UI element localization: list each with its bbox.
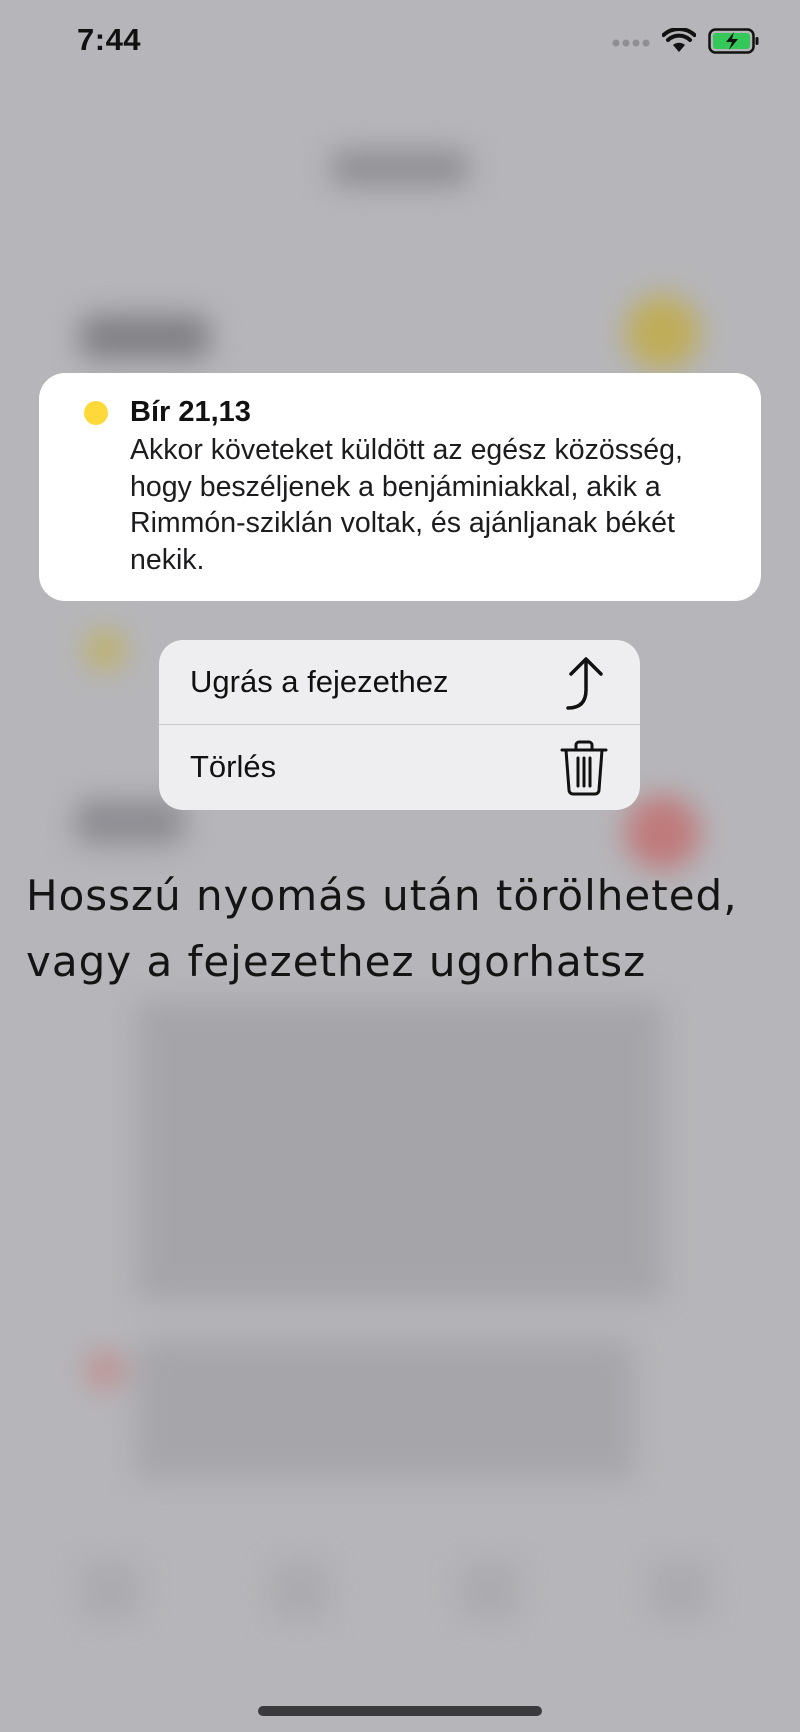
menu-item-label: Ugrás a fejezethez <box>190 664 449 699</box>
context-menu: Ugrás a fejezethez Törlés <box>159 640 640 810</box>
battery-charging-icon <box>708 28 760 59</box>
status-bar: 7:44 <box>0 0 800 90</box>
tutorial-caption: Hosszú nyomás után törölheted, vagy a fe… <box>26 863 786 995</box>
caption-line-1: Hosszú nyomás után törölheted, <box>26 871 738 920</box>
highlight-dot <box>84 401 108 425</box>
delete-button[interactable]: Törlés <box>159 725 640 810</box>
menu-item-label: Törlés <box>190 749 277 784</box>
signal-dots-icon <box>612 35 650 53</box>
wifi-icon <box>661 27 697 59</box>
status-time: 7:44 <box>77 22 142 57</box>
home-indicator[interactable] <box>258 1706 542 1716</box>
trash-icon <box>554 737 614 797</box>
verse-card: Bír 21,13 Akkor követeket küldött az egé… <box>39 373 761 601</box>
status-icons <box>612 27 760 59</box>
verse-reference: Bír 21,13 <box>130 396 251 428</box>
verse-text: Akkor követeket küldött az egész közössé… <box>130 434 683 576</box>
jump-arrow-icon <box>554 652 614 712</box>
caption-line-2: vagy a fejezethez ugorhatsz <box>26 937 647 986</box>
jump-to-chapter-button[interactable]: Ugrás a fejezethez <box>159 640 640 725</box>
